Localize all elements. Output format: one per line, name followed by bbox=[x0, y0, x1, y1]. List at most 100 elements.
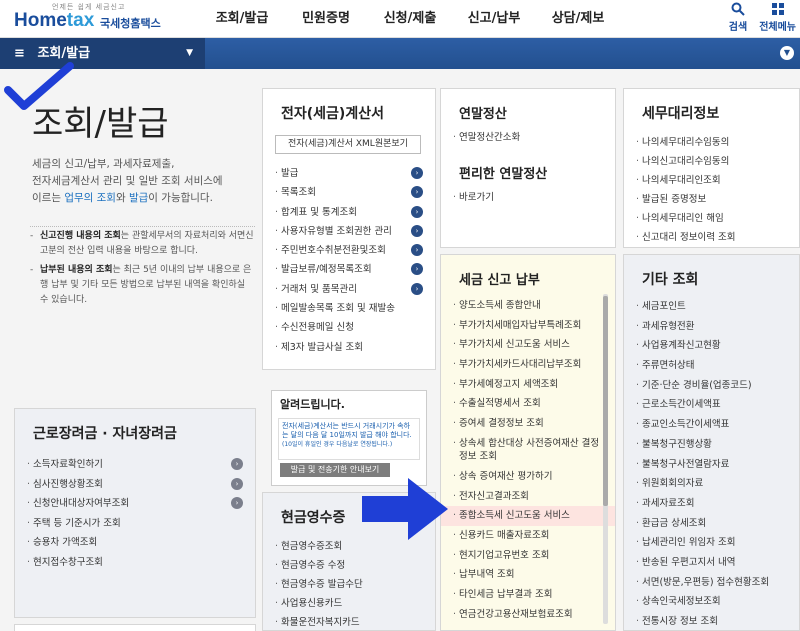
page-description: 세금의 신고/납부, 과세자료제출, 전자세금계산서 관리 및 일반 조회 서비… bbox=[32, 158, 223, 204]
year-end-panel: 연말정산 연말정산간소화 편리한 연말정산 바로가기 bbox=[440, 88, 616, 248]
scrollbar-thumb[interactable] bbox=[603, 296, 608, 506]
chevron-circle-icon[interactable]: ▼ bbox=[780, 46, 794, 60]
taxreport-item[interactable]: 전자신고결과조회 bbox=[441, 487, 615, 507]
arrow-right-icon[interactable]: › bbox=[411, 244, 423, 257]
etc-item[interactable]: 세금포인트 bbox=[624, 297, 799, 317]
arrow-right-icon[interactable]: › bbox=[231, 477, 243, 490]
search-button[interactable]: 검색 bbox=[729, 2, 747, 33]
agent-item[interactable]: 나의세무대리인조회 bbox=[624, 171, 799, 190]
taxreport-item[interactable]: 부가세예정고지 세액조회 bbox=[441, 375, 615, 395]
arrow-right-icon[interactable]: › bbox=[231, 497, 243, 509]
taxreport-item[interactable]: 타인세금 납부결과 조회 bbox=[441, 585, 615, 605]
taxreport-item[interactable]: 납부내역 조회 bbox=[441, 565, 615, 585]
menu-application[interactable]: 신청/제출 bbox=[368, 0, 452, 38]
etc-item[interactable]: 불복청구사전열람자료 bbox=[624, 455, 799, 475]
agent-item[interactable]: 신고대리 정보이력 조회 bbox=[624, 228, 799, 247]
etc-item[interactable]: 불복청구진행상황 bbox=[624, 435, 799, 455]
taxreport-item[interactable]: 수출실적명세서 조회 bbox=[441, 394, 615, 414]
link-issue[interactable]: 발급 bbox=[129, 192, 148, 204]
etc-item[interactable]: 종교인소득간이세액표 bbox=[624, 415, 799, 435]
all-menu-button[interactable]: 전체메뉴 bbox=[759, 2, 796, 33]
agent-item[interactable]: 나의신고대리수임동의 bbox=[624, 152, 799, 171]
etc-item[interactable]: 환급금 상세조회 bbox=[624, 514, 799, 534]
panel-title: 전자(세금)계산서 bbox=[281, 106, 384, 122]
arrow-right-icon[interactable]: › bbox=[411, 263, 423, 276]
panel-subtitle: 편리한 연말정산 bbox=[459, 167, 548, 182]
yearend-item[interactable]: 바로가기 bbox=[441, 188, 615, 207]
panel-title: 연말정산 bbox=[459, 107, 507, 122]
etc-item[interactable]: 서면(방문,우편등) 접수현황조회 bbox=[624, 573, 799, 593]
taxreport-item[interactable]: 상속 증여재산 평가하기 bbox=[441, 467, 615, 487]
search-label: 검색 bbox=[728, 22, 748, 33]
einvoice-item[interactable]: 메일발송목록 조회 및 재발송 bbox=[263, 299, 435, 318]
taxreport-item-highlighted[interactable]: 종합소득세 신고도움 서비스 bbox=[441, 506, 615, 526]
agent-item[interactable]: 나의세무대리인 해임 bbox=[624, 209, 799, 228]
etc-item[interactable]: 상속인국세정보조회 bbox=[624, 592, 799, 612]
work-item[interactable]: 심사진행상황조회› bbox=[15, 475, 255, 495]
etc-item[interactable]: 전통시장 정보 조회 bbox=[624, 612, 799, 631]
grid-menu-icon bbox=[759, 2, 796, 18]
etc-item[interactable]: 기준·단순 경비율(업종코드) bbox=[624, 376, 799, 396]
chevron-down-icon: ▼ bbox=[186, 48, 193, 58]
taxreport-item[interactable]: 상속세 합산대상 사전증여재산 결정정보 조회 bbox=[441, 434, 615, 467]
einvoice-item[interactable]: 발급보류/예정목록조회› bbox=[263, 260, 435, 280]
arrow-right-icon[interactable]: › bbox=[231, 458, 243, 470]
arrow-right-icon[interactable]: › bbox=[411, 282, 423, 295]
cash-item[interactable]: 사업용신용카드 bbox=[263, 594, 435, 613]
taxreport-item[interactable]: 부가가치세카드사대리납부조회 bbox=[441, 355, 615, 375]
cash-item[interactable]: 현금영수증 수정 bbox=[263, 556, 435, 575]
agent-item[interactable]: 발급된 증명정보 bbox=[624, 190, 799, 209]
menu-certificates[interactable]: 민원증명 bbox=[284, 0, 368, 38]
einvoice-item[interactable]: 주민번호수취분전환및조회› bbox=[263, 241, 435, 260]
einvoice-item[interactable]: 목록조회› bbox=[263, 183, 435, 203]
tax-report-scrollbar[interactable] bbox=[603, 294, 608, 624]
arrow-right-icon[interactable]: › bbox=[411, 205, 423, 218]
taxreport-item[interactable]: 현지기업고유번호 조회 bbox=[441, 546, 615, 566]
etc-item[interactable]: 주류면허상태 bbox=[624, 356, 799, 376]
earned-income-credit-panel: 근로장려금 · 자녀장려금 소득자료확인하기› 심사진행상황조회› 신청안내대상… bbox=[14, 408, 256, 618]
einvoice-item[interactable]: 합계표 및 통계조회› bbox=[263, 203, 435, 222]
einvoice-item[interactable]: 제3자 발급사실 조회 bbox=[263, 338, 435, 357]
deadline-guide-button[interactable]: 발급 및 전송기한 안내보기 bbox=[280, 463, 390, 477]
taxreport-item[interactable]: 부가가치세 신고도움 서비스 bbox=[441, 335, 615, 355]
menu-consult[interactable]: 상담/제보 bbox=[536, 0, 620, 38]
einvoice-item[interactable]: 사용자유형별 조회권한 관리› bbox=[263, 222, 435, 241]
taxreport-item[interactable]: 증여세 결정정보 조회 bbox=[441, 414, 615, 434]
tax-report-panel: 세금 신고 납부 양도소득세 종합안내 부가가치세매입자납부특례조회 부가가치세… bbox=[440, 254, 616, 631]
cash-item[interactable]: 화물운전자복지카드 bbox=[263, 613, 435, 631]
work-item[interactable]: 소득자료확인하기› bbox=[15, 455, 255, 475]
einvoice-item[interactable]: 거래처 및 품목관리› bbox=[263, 280, 435, 299]
menu-report-payment[interactable]: 신고/납부 bbox=[452, 0, 536, 38]
taxreport-item[interactable]: 신용카드 매출자료조회 bbox=[441, 526, 615, 546]
work-item[interactable]: 현지접수창구조회 bbox=[15, 553, 255, 573]
link-inquiry[interactable]: 업무의 조회 bbox=[64, 192, 116, 204]
etc-item[interactable]: 근로소득간이세액표 bbox=[624, 395, 799, 415]
taxreport-item[interactable]: 연금건강고용산재보험료조회 bbox=[441, 605, 615, 625]
cash-item[interactable]: 현금영수증 발급수단 bbox=[263, 575, 435, 594]
work-item[interactable]: 주택 등 기준시가 조회 bbox=[15, 514, 255, 534]
etc-item[interactable]: 납세관리인 위임자 조회 bbox=[624, 533, 799, 553]
etc-item[interactable]: 과세자료조회 bbox=[624, 494, 799, 514]
taxreport-item[interactable]: 부가가치세매입자납부특례조회 bbox=[441, 316, 615, 336]
yearend-item[interactable]: 연말정산간소화 bbox=[441, 128, 615, 147]
arrow-right-icon[interactable]: › bbox=[411, 186, 423, 199]
einvoice-item[interactable]: 수신전용메일 신청 bbox=[263, 318, 435, 337]
etc-item[interactable]: 반송된 우편고지서 내역 bbox=[624, 553, 799, 573]
arrow-right-icon[interactable]: › bbox=[411, 224, 423, 237]
notice-box: 알려드립니다. 전자(세금)계산서는 반드시 거래시기가 속하는 달의 다음 달… bbox=[271, 390, 427, 486]
agent-item[interactable]: 나의세무대리수임동의 bbox=[624, 133, 799, 152]
taxreport-item[interactable]: 양도소득세 종합안내 bbox=[441, 296, 615, 316]
xml-view-button[interactable]: 전자(세금)계산서 XML원본보기 bbox=[275, 135, 421, 154]
etc-item[interactable]: 사업용계좌신고현황 bbox=[624, 336, 799, 356]
note-item: 신고진행 내용의 조회는 관할세무서의 자료처리와 서면신고분의 전산 입력 내… bbox=[30, 229, 255, 259]
arrow-right-icon[interactable]: › bbox=[411, 167, 423, 179]
work-item[interactable]: 승용차 가액조회 bbox=[15, 533, 255, 553]
work-item[interactable]: 신청안내대상자여부조회› bbox=[15, 494, 255, 514]
notice-text: 전자(세금)계산서는 반드시 거래시기가 속하는 달의 다음 달 10일까지 발… bbox=[278, 418, 420, 460]
etc-item[interactable]: 과세유형전환 bbox=[624, 317, 799, 337]
menu-inquiry[interactable]: 조회/발급 bbox=[200, 0, 284, 38]
einvoice-item[interactable]: 발급› bbox=[263, 164, 435, 183]
notice-title: 알려드립니다. bbox=[280, 398, 345, 411]
hometax-logo[interactable]: 언제든 쉽게 세금신고 Hometax 국세청홈택스 bbox=[14, 2, 174, 36]
etc-item[interactable]: 위원회회의자료 bbox=[624, 474, 799, 494]
